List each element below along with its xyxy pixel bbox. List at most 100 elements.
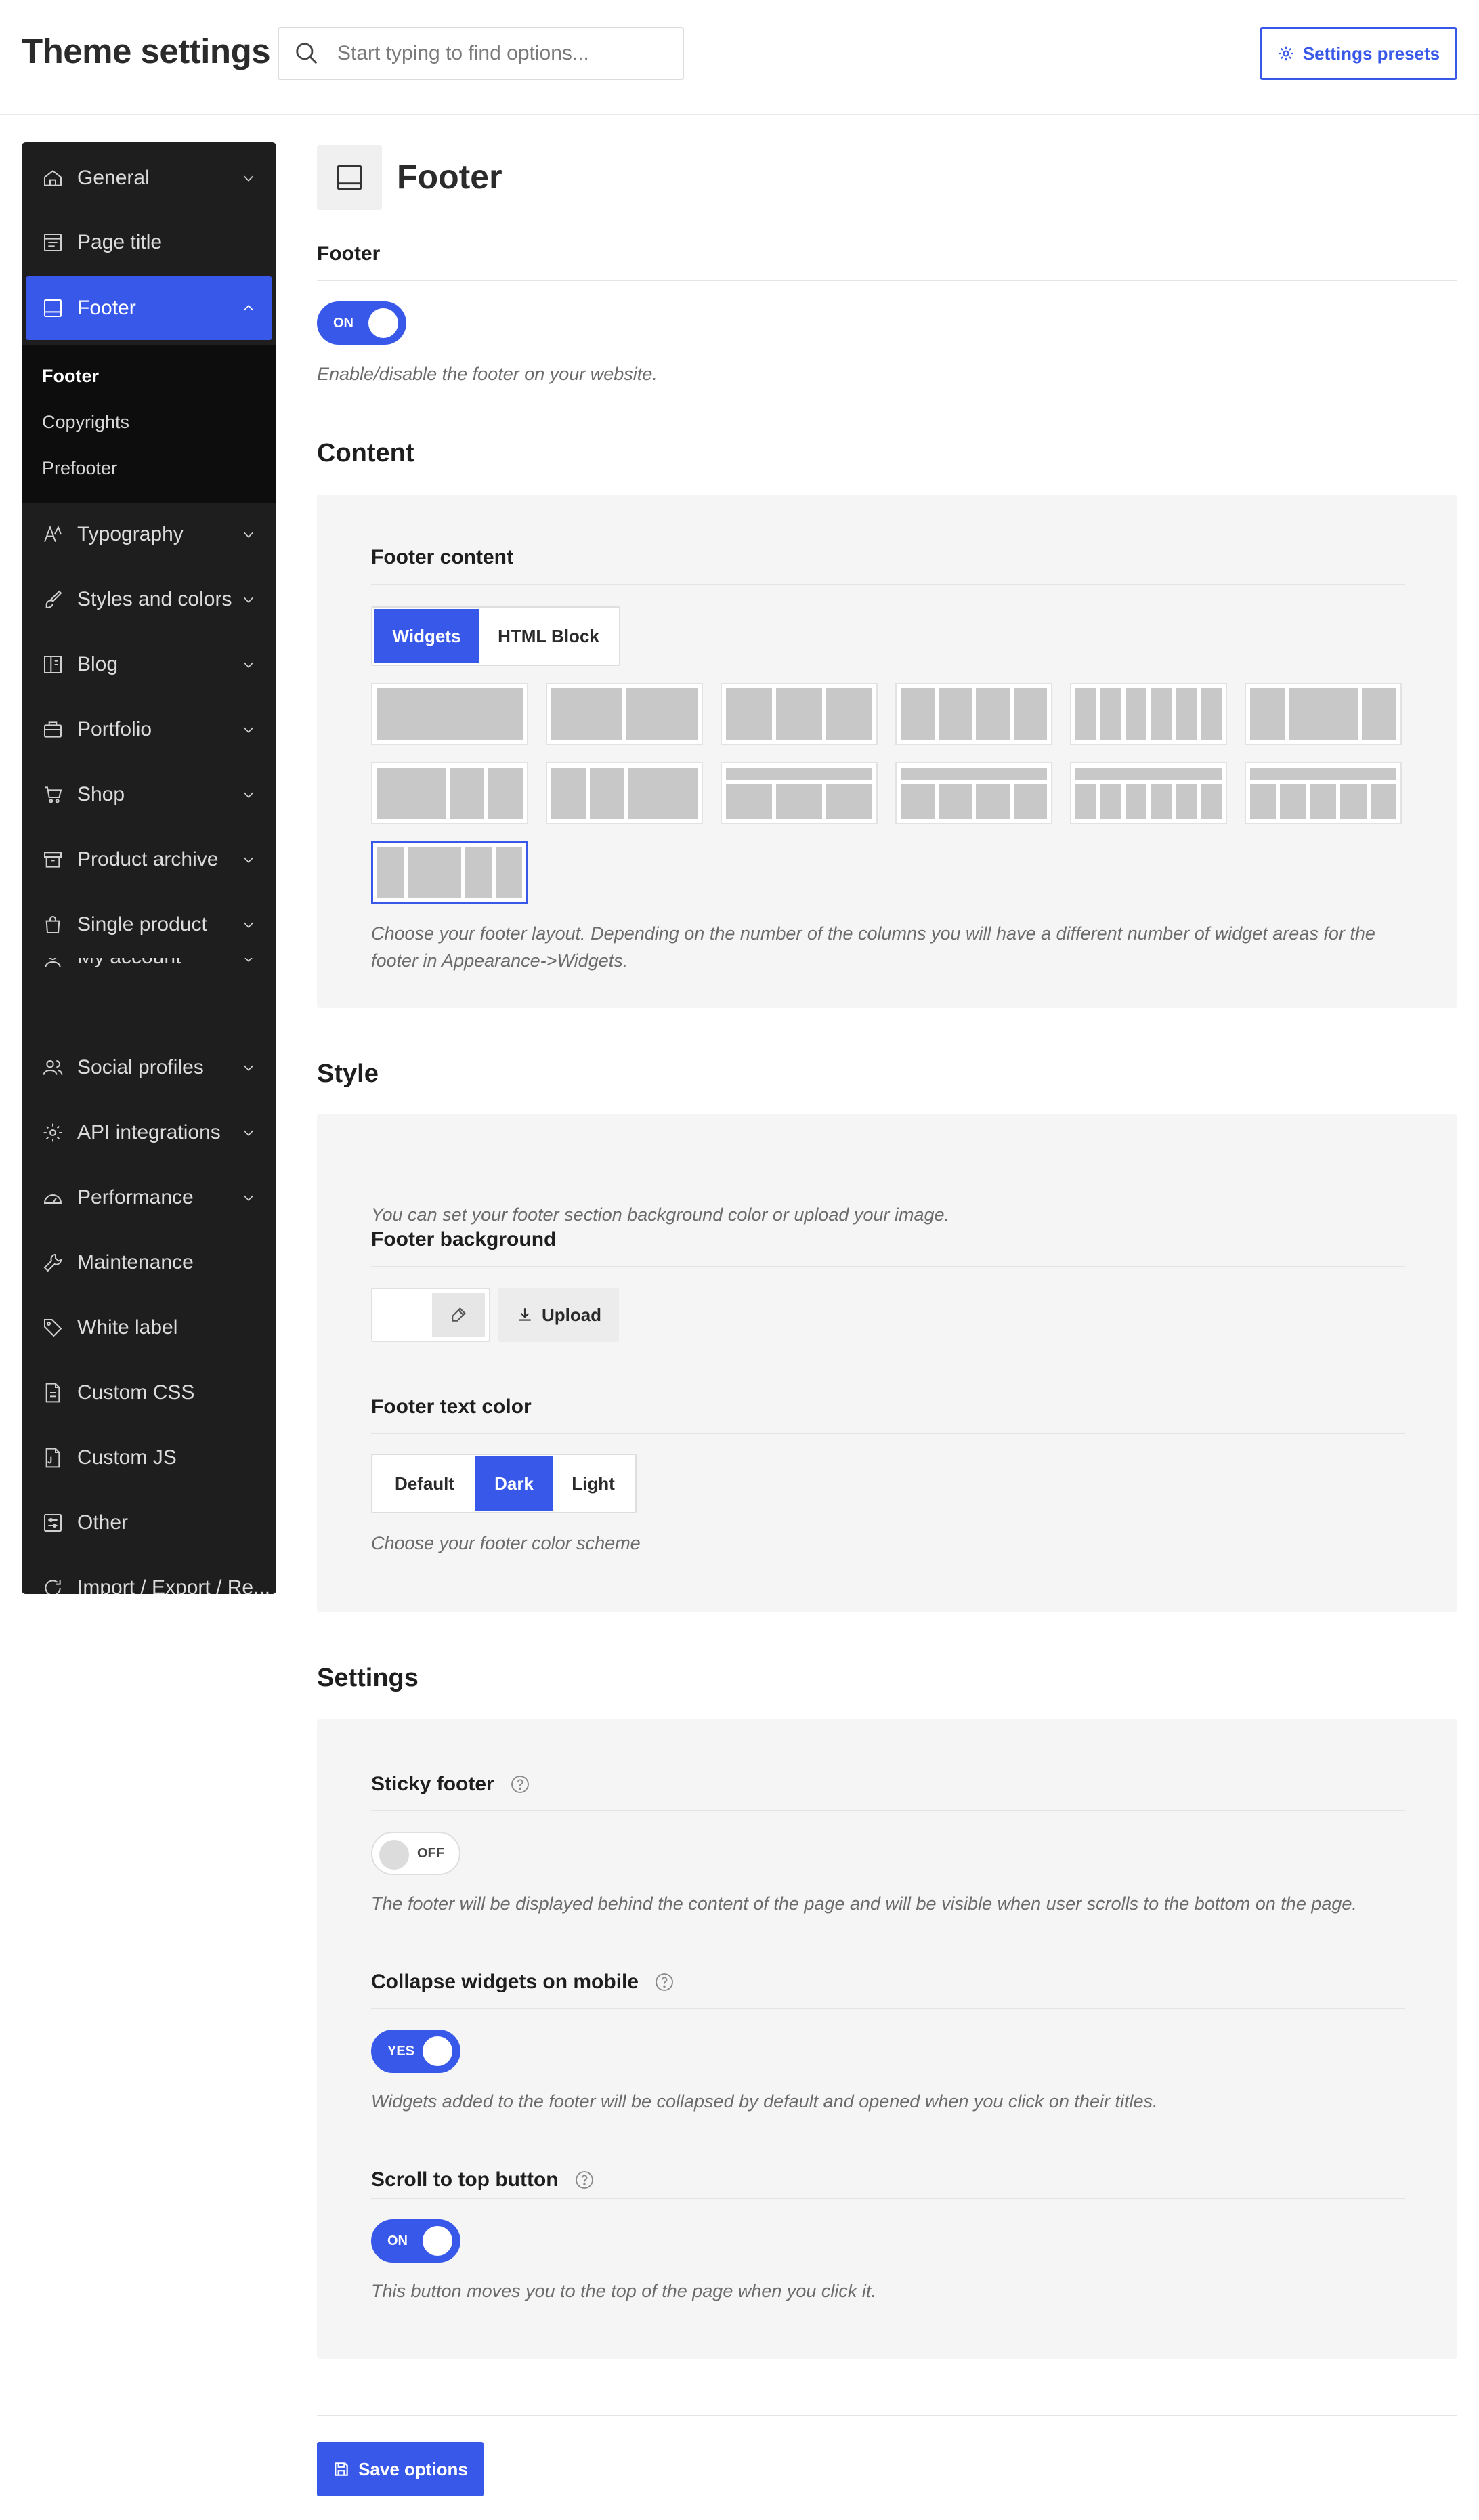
- layout-row: [551, 688, 698, 740]
- collapse-widgets-description: Widgets added to the footer will be coll…: [371, 2091, 1158, 2112]
- sidebar-item-footer[interactable]: Footer: [26, 276, 272, 340]
- sidebar-item-page-title[interactable]: Page title: [26, 211, 272, 274]
- footer-icon: [44, 299, 62, 317]
- color-picker[interactable]: [371, 1288, 490, 1342]
- layout-row: [901, 688, 1047, 740]
- layout-row: [1075, 784, 1222, 819]
- divider: [317, 280, 1457, 281]
- sidebar-item-general[interactable]: General: [26, 146, 272, 210]
- footer-layout-option[interactable]: [1245, 762, 1402, 824]
- sidebar-item-my-account[interactable]: My account: [26, 958, 272, 985]
- footer-toggle[interactable]: ON: [317, 301, 406, 345]
- sidebar-item-white-label[interactable]: White label: [26, 1296, 272, 1360]
- layout-column: [551, 768, 586, 819]
- sidebar-item-custom-js[interactable]: Custom JS: [26, 1426, 272, 1490]
- footer-layout-option[interactable]: [371, 762, 528, 824]
- layout-row: [551, 768, 698, 819]
- sticky-footer-label: Sticky footer: [371, 1772, 531, 1796]
- toggle-knob: [423, 2036, 452, 2066]
- settings-presets-button[interactable]: Settings presets: [1260, 27, 1457, 80]
- footer-layout-option[interactable]: [1245, 683, 1402, 745]
- help-icon[interactable]: [574, 2169, 595, 2191]
- search-box[interactable]: [278, 27, 684, 80]
- footer-layout-option[interactable]: [371, 841, 528, 904]
- collapse-widgets-toggle[interactable]: YES: [371, 2030, 460, 2073]
- sidebar-item-product-archive[interactable]: Product archive: [26, 828, 272, 891]
- chevron-down-icon: [243, 922, 254, 928]
- sticky-footer-toggle[interactable]: OFF: [371, 1832, 460, 1875]
- sidebar-item-api-integrations[interactable]: API integrations: [26, 1101, 272, 1164]
- help-icon[interactable]: [653, 1971, 675, 1993]
- scroll-to-top-description: This button moves you to the top of the …: [371, 2281, 876, 2301]
- sidebar-item-maintenance[interactable]: Maintenance: [26, 1231, 272, 1295]
- layout-column: [938, 784, 972, 819]
- scheme-option-light[interactable]: Light: [553, 1456, 634, 1511]
- layout-column: [1151, 688, 1172, 740]
- chevron-down-icon: [243, 857, 254, 863]
- sidebar-item-typography[interactable]: Typography: [26, 503, 272, 566]
- sidebar-item-blog[interactable]: Blog: [26, 633, 272, 696]
- layout-column: [377, 688, 523, 740]
- sidebar-item-shop[interactable]: Shop: [26, 763, 272, 826]
- scheme-option-dark[interactable]: Dark: [475, 1456, 553, 1511]
- top-header: Theme settings Settings presets: [0, 0, 1479, 115]
- layout-row: [1250, 768, 1396, 780]
- sidebar-item-other[interactable]: Other: [26, 1491, 272, 1555]
- chevron-down-icon: [243, 175, 254, 182]
- layout-column: [590, 768, 624, 819]
- footer-layout-option[interactable]: [895, 683, 1052, 745]
- chevron-down-icon: [243, 792, 254, 798]
- sidebar-item-label: Custom JS: [77, 1446, 177, 1469]
- js-file-icon: [45, 1448, 60, 1468]
- sidebar-item-styles-and-colors[interactable]: Styles and colors: [26, 568, 272, 631]
- scheme-option-default[interactable]: Default: [374, 1456, 475, 1511]
- sidebar-item-label: Page title: [77, 231, 163, 253]
- sidebar-item-performance[interactable]: Performance: [26, 1166, 272, 1230]
- footer-layout-option[interactable]: [1070, 683, 1227, 745]
- sidebar-item-portfolio[interactable]: Portfolio: [26, 698, 272, 761]
- layout-column: [1201, 784, 1222, 819]
- search-input[interactable]: [337, 42, 662, 65]
- sidebar-item-custom-css[interactable]: Custom CSS: [26, 1361, 272, 1425]
- tab-html-block[interactable]: HTML Block: [479, 609, 618, 663]
- layout-column: [1310, 784, 1337, 819]
- eyedropper-button[interactable]: [432, 1293, 485, 1337]
- layout-column: [976, 784, 1010, 819]
- footer-layout-option[interactable]: [721, 762, 878, 824]
- scroll-to-top-toggle[interactable]: ON: [371, 2219, 460, 2263]
- submenu-item-footer[interactable]: Footer: [42, 366, 99, 387]
- sidebar-item-label: Maintenance: [77, 1251, 194, 1274]
- chevron-up-icon: [243, 305, 254, 311]
- footer-layout-option[interactable]: [1070, 762, 1227, 824]
- scroll-to-top-title: Scroll to top button: [371, 2168, 559, 2191]
- settings-presets-label: Settings presets: [1302, 43, 1440, 64]
- layout-row: [1250, 784, 1397, 819]
- tab-widgets[interactable]: Widgets: [374, 609, 479, 663]
- sidebar-item-label: White label: [77, 1316, 178, 1339]
- content-type-tabs: Widgets HTML Block: [371, 606, 620, 666]
- layout-column: [1340, 784, 1367, 819]
- chevron-down-icon: [243, 727, 254, 733]
- style-heading: Style: [317, 1059, 379, 1088]
- eyedropper-icon: [452, 1307, 466, 1322]
- submenu-item-copyrights[interactable]: Copyrights: [42, 412, 129, 433]
- layout-column: [1100, 784, 1121, 819]
- sidebar-item-single-product[interactable]: Single product: [26, 893, 272, 957]
- page-title: Footer: [397, 158, 502, 196]
- sidebar-item-import-export-re[interactable]: Import / Export / Re...: [26, 1556, 272, 1594]
- upload-button[interactable]: Upload: [498, 1288, 619, 1342]
- layout-column: [826, 688, 872, 740]
- help-icon[interactable]: [509, 1773, 531, 1795]
- footer-layout-option[interactable]: [371, 683, 528, 745]
- save-options-button[interactable]: Save options: [317, 2442, 484, 2496]
- footer-layout-option[interactable]: [721, 683, 878, 745]
- color-swatch[interactable]: [372, 1289, 431, 1341]
- footer-layout-option[interactable]: [546, 683, 703, 745]
- sidebar-item-social-profiles[interactable]: Social profiles: [26, 1036, 272, 1099]
- sidebar: Footer Copyrights Prefooter General Page …: [22, 142, 276, 1594]
- submenu-item-prefooter[interactable]: Prefooter: [42, 458, 117, 479]
- save-icon: [335, 2462, 348, 2476]
- footer-layout-option[interactable]: [546, 762, 703, 824]
- footer-layout-option[interactable]: [895, 762, 1052, 824]
- chevron-down-icon: [244, 958, 253, 962]
